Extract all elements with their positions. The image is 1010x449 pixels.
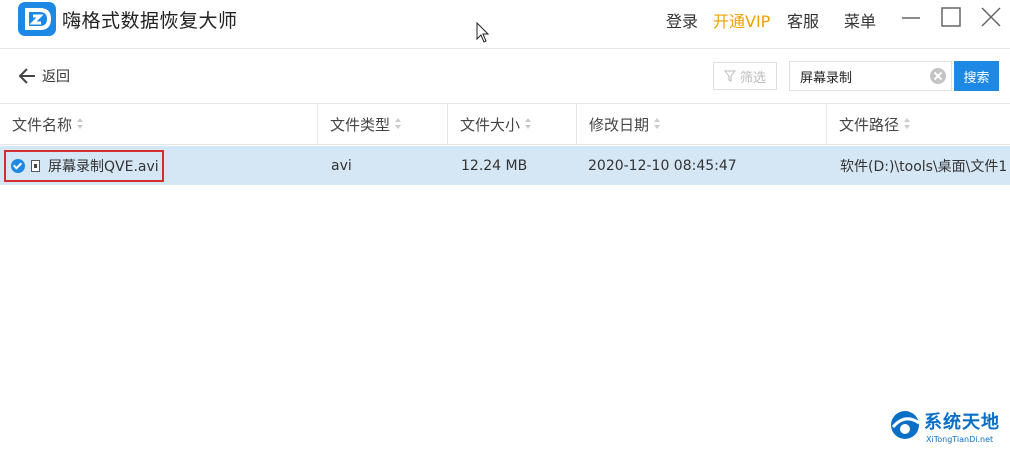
- column-label: 文件名称: [12, 115, 73, 134]
- file-path-cell: 软件(D:)\tools\桌面\文件1: [840, 158, 1008, 175]
- arrow-left-icon: [18, 68, 35, 84]
- column-label: 修改日期: [589, 115, 650, 134]
- column-label: 文件路径: [839, 115, 900, 134]
- sort-icon: [654, 118, 661, 130]
- back-button[interactable]: 返回: [18, 62, 70, 90]
- sort-icon: [904, 118, 911, 130]
- table-header: 文件名称 文件类型 文件大小 修改日期 文件路径: [0, 103, 1010, 145]
- column-label: 文件类型: [330, 115, 391, 134]
- watermark: 系统天地 XiTongTianDi.net: [888, 405, 1010, 449]
- file-date-cell: 2020-12-10 08:45:47: [588, 157, 737, 174]
- sort-icon: [525, 118, 532, 130]
- filter-label: 筛选: [739, 70, 766, 86]
- search-box[interactable]: [789, 61, 952, 91]
- vip-link[interactable]: 开通VIP: [713, 8, 770, 32]
- file-name: 屏幕录制QVE.avi: [48, 158, 159, 175]
- minimize-icon[interactable]: [898, 4, 924, 30]
- filter-icon: [723, 70, 736, 82]
- search-input[interactable]: [798, 62, 932, 90]
- column-header-size[interactable]: 文件大小: [448, 104, 577, 144]
- app-logo-icon: [18, 2, 56, 36]
- file-icon: [31, 159, 40, 172]
- menu-link[interactable]: 菜单: [844, 8, 876, 32]
- search-button[interactable]: 搜索: [954, 61, 999, 91]
- table-row[interactable]: 屏幕录制QVE.avi avi 12.24 MB 2020-12-10 08:4…: [0, 146, 1010, 185]
- column-header-name[interactable]: 文件名称: [0, 104, 318, 144]
- column-header-date[interactable]: 修改日期: [577, 104, 827, 144]
- toolbar-divider: [0, 48, 1010, 49]
- column-label: 文件大小: [460, 115, 521, 134]
- sort-icon: [77, 118, 84, 130]
- back-label: 返回: [42, 69, 70, 85]
- close-icon[interactable]: [978, 4, 1004, 30]
- file-size-cell: 12.24 MB: [461, 157, 528, 174]
- file-type-cell: avi: [331, 157, 352, 174]
- maximize-icon[interactable]: [938, 4, 964, 30]
- file-name-cell: 屏幕录制QVE.avi: [11, 146, 159, 185]
- title-bar: 嗨格式数据恢复大师 登录 开通VIP 客服 菜单: [0, 0, 1010, 42]
- app-title: 嗨格式数据恢复大师: [62, 10, 238, 32]
- watermark-subtext: XiTongTianDi.net: [926, 435, 994, 444]
- mouse-cursor-icon: [476, 22, 490, 43]
- customer-service-link[interactable]: 客服: [787, 8, 819, 32]
- watermark-text: 系统天地: [924, 412, 1000, 433]
- watermark-logo-icon: [891, 411, 920, 439]
- sort-icon: [395, 118, 402, 130]
- column-header-type[interactable]: 文件类型: [318, 104, 448, 144]
- clear-search-icon[interactable]: [930, 68, 946, 84]
- filter-button[interactable]: 筛选: [713, 62, 777, 90]
- column-header-path[interactable]: 文件路径: [827, 104, 1010, 144]
- login-link[interactable]: 登录: [666, 8, 698, 32]
- checked-icon[interactable]: [11, 158, 25, 173]
